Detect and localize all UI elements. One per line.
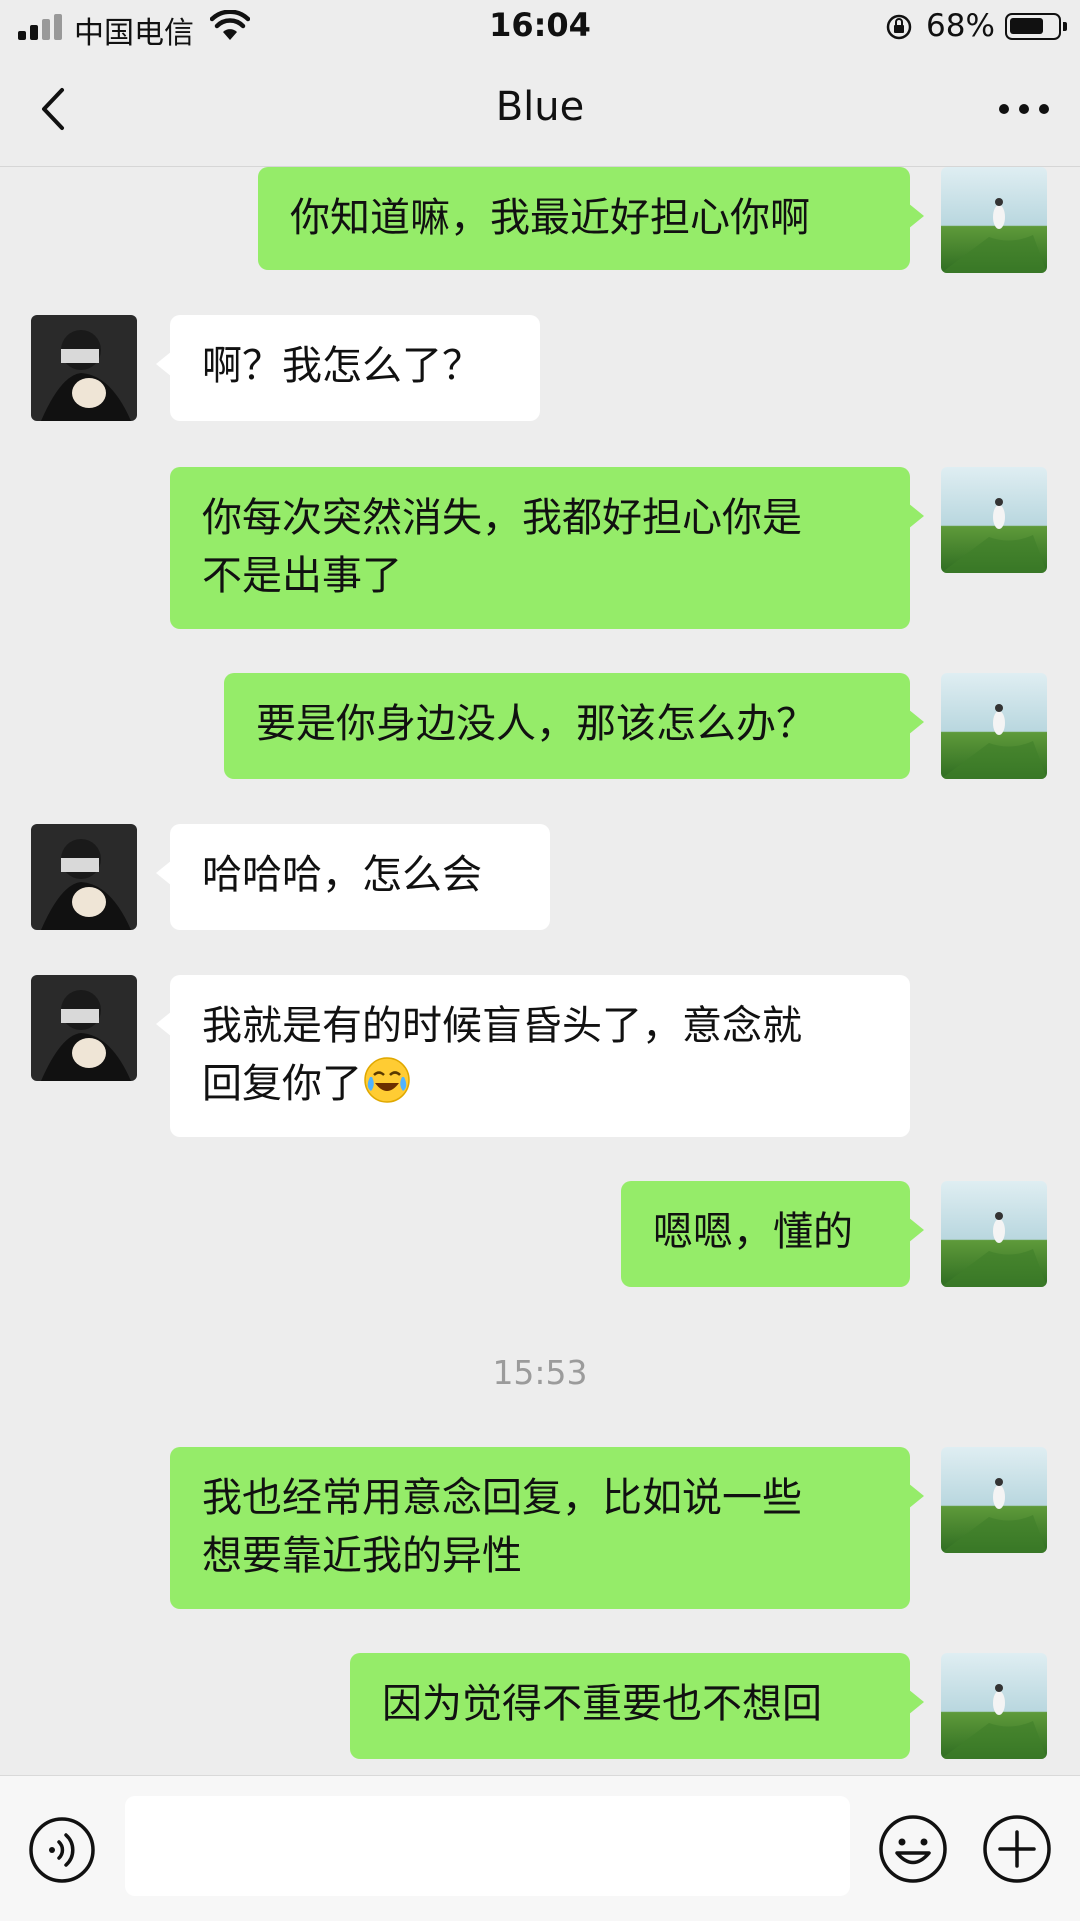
message-bubble-incoming[interactable]: 哈哈哈，怎么会 [156,824,550,930]
message-text: 要是你身边没人，那该怎么办？ [256,701,816,747]
battery-icon [1005,13,1067,40]
message-text-line: 我也经常用意念回复，比如说一些 [202,1475,802,1521]
timestamp: 15:53 [492,1353,588,1392]
chat-title: Blue [495,84,585,130]
contact-avatar[interactable] [31,315,137,421]
message-bubble-outgoing[interactable]: 我也经常用意念回复，比如说一些 想要靠近我的异性 [170,1447,924,1609]
message-bubble-outgoing[interactable]: 要是你身边没人，那该怎么办？ [224,673,924,779]
message-text-line: 你每次突然消失，我都好担心你是 [202,495,802,541]
message-text-line: 想要靠近我的异性 [202,1533,522,1579]
message-text-line: 回复你了 [202,1061,362,1107]
nav-bar: Blue [0,54,1080,167]
message-text-line: 我就是有的时候盲昏头了，意念就 [202,1003,802,1049]
my-avatar[interactable] [941,467,1047,573]
message-bubble-outgoing[interactable]: 你知道嘛，我最近好担心你啊 [258,167,924,270]
message-text: 哈哈哈，怎么会 [202,852,482,898]
emoji-icon[interactable] [878,1814,948,1884]
status-bar: 中国电信 16:04 68% [0,0,1080,54]
message-bubble-incoming[interactable]: 我就是有的时候盲昏头了，意念就 回复你了 [156,975,910,1137]
contact-avatar[interactable] [31,975,137,1081]
battery-percent: 68% [926,8,995,44]
contact-avatar[interactable] [31,824,137,930]
message-text-line: 不是出事了 [202,553,402,599]
message-text: 嗯嗯，懂的 [653,1209,853,1255]
my-avatar[interactable] [941,673,1047,779]
message-bubble-incoming[interactable]: 啊？我怎么了？ [156,315,540,421]
my-avatar[interactable] [941,1447,1047,1553]
plus-icon[interactable] [982,1814,1052,1884]
my-avatar[interactable] [941,1181,1047,1287]
input-bar [0,1775,1080,1921]
orientation-lock-icon [886,14,912,40]
message-text: 因为觉得不重要也不想回 [382,1681,822,1727]
my-avatar[interactable] [941,1653,1047,1759]
message-text: 你知道嘛，我最近好担心你啊 [290,195,810,241]
chat-area: 你知道嘛，我最近好担心你啊 啊？我怎么了？ 你每次突然消失，我都好担心你是 不是… [0,167,1080,1775]
message-bubble-outgoing[interactable]: 嗯嗯，懂的 [621,1181,924,1287]
message-bubble-outgoing[interactable]: 你每次突然消失，我都好担心你是 不是出事了 [170,467,924,629]
message-bubble-outgoing[interactable]: 因为觉得不重要也不想回 [350,1653,924,1759]
voice-icon[interactable] [28,1816,96,1884]
message-text: 啊？我怎么了？ [202,343,482,389]
clock: 16:04 [489,6,591,44]
message-input[interactable] [125,1796,850,1896]
my-avatar[interactable] [941,167,1047,273]
crying-laughing-emoji-icon [364,1057,410,1103]
more-icon[interactable] [996,94,1052,124]
